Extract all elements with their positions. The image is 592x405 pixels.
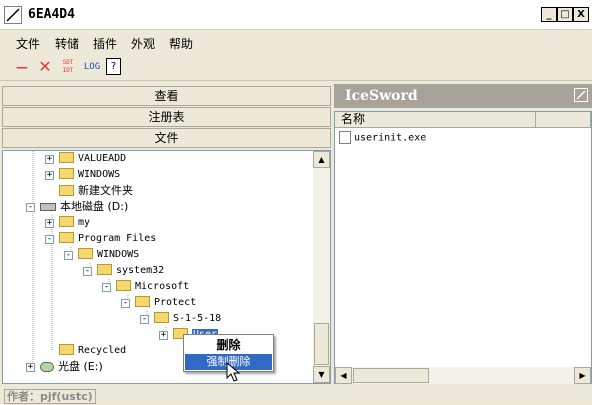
expand-icon[interactable]: + bbox=[45, 171, 54, 180]
folder-icon bbox=[59, 231, 74, 243]
hard-drive-icon bbox=[40, 203, 56, 211]
collapse-icon[interactable]: - bbox=[102, 283, 111, 292]
scroll-right-button[interactable]: ▶ bbox=[574, 367, 591, 384]
tree-item-label: S-1-5-18 bbox=[173, 313, 222, 324]
file-name: userinit.exe bbox=[354, 132, 427, 144]
scroll-thumb[interactable] bbox=[314, 323, 329, 365]
status-author: 作者：pjf(ustc) bbox=[4, 389, 96, 404]
tree-item-label: Program Files bbox=[78, 233, 157, 244]
folder-icon bbox=[59, 215, 74, 227]
file-row[interactable]: userinit.exe bbox=[339, 131, 426, 146]
title-bar bbox=[0, 0, 592, 30]
maximize-button[interactable]: □ bbox=[557, 7, 573, 22]
collapse-icon[interactable]: - bbox=[64, 251, 73, 260]
collapse-icon[interactable]: - bbox=[45, 235, 54, 244]
close-button[interactable]: X bbox=[573, 7, 589, 22]
collapse-icon[interactable]: - bbox=[140, 315, 149, 324]
window-title: 6EA4D4 bbox=[28, 7, 75, 22]
menu-plugins[interactable]: 插件 bbox=[93, 35, 117, 52]
scroll-down-button[interactable]: ▼ bbox=[313, 366, 330, 383]
menu-bar bbox=[0, 30, 592, 54]
tree-item-label: 新建文件夹 bbox=[78, 184, 133, 197]
restore-icon[interactable] bbox=[574, 88, 588, 102]
folder-icon bbox=[59, 343, 74, 355]
folder-icon bbox=[97, 263, 112, 275]
column-header-extra[interactable] bbox=[536, 112, 591, 128]
help-button[interactable]: ? bbox=[106, 58, 121, 75]
file-tree[interactable]: + VALUEADD + WINDOWS 新建文件夹 - 本地磁盘 (D:) +… bbox=[2, 150, 331, 384]
folder-icon bbox=[116, 279, 131, 291]
tree-item-recycled[interactable]: Recycled bbox=[59, 343, 126, 359]
folder-icon bbox=[59, 167, 74, 179]
column-header-name[interactable]: 名称 bbox=[335, 112, 536, 128]
file-icon bbox=[339, 131, 351, 144]
scroll-left-button[interactable]: ◀ bbox=[335, 367, 352, 384]
folder-icon bbox=[78, 247, 93, 259]
tree-item-new-folder[interactable]: 新建文件夹 bbox=[59, 183, 133, 199]
tree-item-label: Microsoft bbox=[135, 281, 190, 292]
collapse-icon[interactable]: - bbox=[26, 203, 35, 212]
tree-item-label: Recycled bbox=[78, 345, 127, 356]
scroll-up-button[interactable]: ▲ bbox=[313, 151, 330, 168]
file-list[interactable] bbox=[334, 111, 592, 384]
tree-item-label: Protect bbox=[154, 297, 197, 308]
collapse-icon[interactable]: - bbox=[83, 267, 92, 276]
folder-icon bbox=[59, 184, 74, 196]
logout-button[interactable]: — bbox=[12, 57, 32, 77]
tree-item-label: my bbox=[78, 217, 91, 228]
app-icon bbox=[4, 6, 22, 24]
expand-icon[interactable]: + bbox=[26, 363, 35, 372]
folder-icon bbox=[59, 151, 74, 163]
menu-appearance[interactable]: 外观 bbox=[131, 35, 155, 52]
cdrom-icon bbox=[40, 362, 54, 372]
minimize-button[interactable]: _ bbox=[541, 7, 557, 22]
tab-registry[interactable]: 注册表 bbox=[2, 107, 331, 127]
tree-item-label: 本地磁盘 (D:) bbox=[60, 200, 129, 213]
menu-help[interactable]: 帮助 bbox=[169, 35, 193, 52]
mouse-cursor-icon bbox=[226, 362, 241, 382]
menu-file[interactable]: 文件 bbox=[16, 35, 40, 52]
log-button[interactable]: LOG bbox=[82, 57, 102, 77]
expand-icon[interactable]: + bbox=[45, 155, 54, 164]
tree-item-label: WINDOWS bbox=[78, 169, 121, 180]
tree-item-label: 光盘 (E:) bbox=[58, 360, 103, 373]
delete-button[interactable]: ✕ bbox=[35, 57, 55, 77]
expand-icon[interactable]: + bbox=[159, 331, 168, 340]
collapse-icon[interactable]: - bbox=[121, 299, 130, 308]
folder-icon bbox=[154, 311, 169, 323]
right-panel-title: IceSword bbox=[345, 88, 418, 104]
menu-item-delete[interactable]: 删除 bbox=[184, 337, 273, 353]
tab-file[interactable]: 文件 bbox=[2, 128, 331, 148]
sdt-idt-button[interactable]: SDT IDT bbox=[58, 57, 78, 77]
tree-item-label: system32 bbox=[116, 265, 165, 276]
tree-item-label: VALUEADD bbox=[78, 153, 127, 164]
tab-view[interactable]: 查看 bbox=[2, 86, 331, 106]
menu-dump[interactable]: 转储 bbox=[55, 35, 79, 52]
tree-item-label: WINDOWS bbox=[97, 249, 140, 260]
folder-icon bbox=[135, 295, 150, 307]
expand-icon[interactable]: + bbox=[45, 219, 54, 228]
horizontal-scroll-thumb[interactable] bbox=[353, 368, 429, 383]
